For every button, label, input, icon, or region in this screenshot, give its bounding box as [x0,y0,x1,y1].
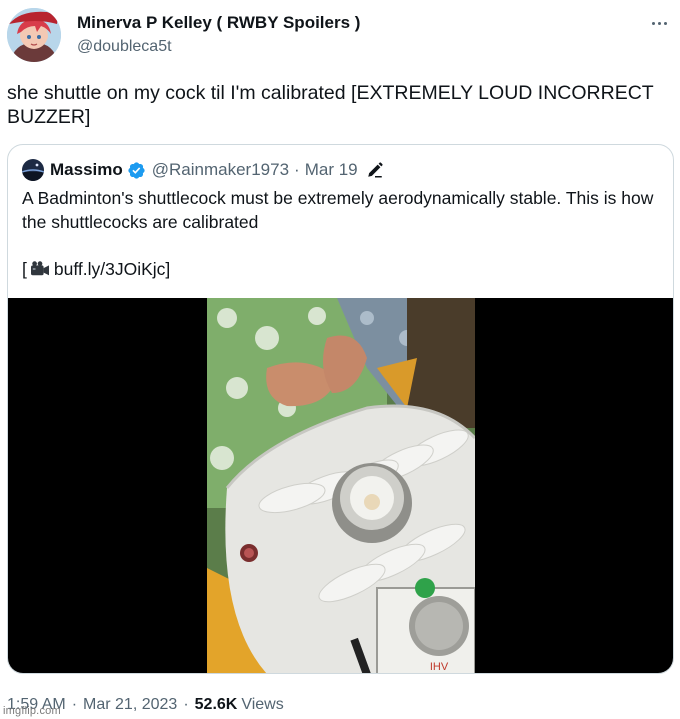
quote-tweet-card[interactable]: Massimo @Rainmaker1973 · Mar 19 A Badmin… [7,144,674,674]
quote-author-handle[interactable]: @Rainmaker1973 [152,160,289,180]
tweet-date[interactable]: Mar 21, 2023 [83,696,177,714]
quote-text: A Badminton's shuttlecock must be extrem… [22,188,654,232]
quote-header: Massimo @Rainmaker1973 · Mar 19 [22,159,384,181]
author-display-name[interactable]: Minerva P Kelley ( RWBY Spoilers ) [77,13,360,33]
pencil-icon [367,162,383,178]
quote-link-line: [ buff.ly/3JOiKjc ] [22,257,170,281]
watermark: imgflip.com [3,705,61,717]
views-count: 52.6K [194,696,238,713]
more-options-icon[interactable] [647,13,671,33]
video-frame: IHV [207,298,475,673]
author-handle[interactable]: @doubleca5t [77,38,172,56]
tweet-header: Minerva P Kelley ( RWBY Spoilers ) @doub… [7,5,673,65]
quote-date[interactable]: Mar 19 [305,160,358,180]
separator-dot: · [294,160,300,179]
avatar[interactable] [7,8,61,62]
video-player[interactable]: IHV [8,298,673,673]
separator-dot: · [183,696,189,713]
tweet-text: she shuttle on my cock til I'm calibrate… [7,82,654,128]
views-label: Views [241,696,284,713]
link-bracket-open: [ [22,259,27,279]
quote-author-name[interactable]: Massimo [50,160,123,180]
panel-label: IHV [430,661,449,673]
video-camera-icon [30,261,49,276]
quote-avatar[interactable] [22,159,44,181]
link-bracket-close: ] [165,259,171,279]
quote-link[interactable]: buff.ly/3JOiKjc [54,257,166,281]
verified-badge-icon [128,161,145,179]
separator-dot: · [71,696,78,713]
